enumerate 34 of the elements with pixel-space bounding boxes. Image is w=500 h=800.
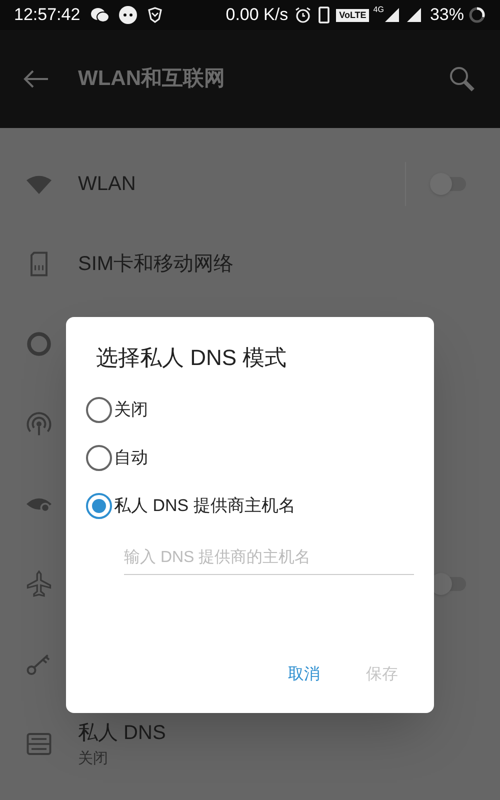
- network-speed: 0.00 K/s: [226, 4, 288, 26]
- volte-badge: VoLTE: [336, 8, 370, 22]
- dialog-button[interactable]: 取消: [286, 663, 322, 687]
- radio-option[interactable]: 关闭: [86, 386, 434, 434]
- signal-icon: [384, 7, 400, 23]
- battery-ring-icon: [468, 6, 486, 24]
- setting-label: SIM卡和移动网络: [78, 252, 234, 277]
- option-label: 关闭: [114, 399, 148, 422]
- network-type: 4G: [373, 4, 384, 16]
- alarm-icon: [294, 6, 312, 24]
- mascot-icon: [118, 5, 138, 25]
- setting-label: WLAN: [78, 172, 136, 197]
- signal-icon: [406, 7, 422, 23]
- radio-option[interactable]: 私人 DNS 提供商主机名: [86, 482, 434, 530]
- battery-percent: 33%: [430, 4, 464, 26]
- airplane-icon: [24, 569, 54, 599]
- clock-time: 12:57:42: [14, 4, 80, 26]
- radio-option[interactable]: 自动: [86, 434, 434, 482]
- radio-button[interactable]: [86, 493, 112, 519]
- option-label: 自动: [114, 447, 148, 470]
- dialog-title: 选择私人 DNS 模式: [96, 344, 288, 372]
- radio-button[interactable]: [86, 397, 112, 423]
- phone-icon: [318, 6, 330, 24]
- shield-icon: [146, 6, 164, 24]
- page-title: WLAN和互联网: [78, 66, 225, 92]
- setting-label: 私人 DNS: [78, 720, 166, 746]
- search-icon[interactable]: [448, 65, 476, 93]
- option-label: 私人 DNS 提供商主机名: [114, 495, 296, 518]
- back-arrow-icon[interactable]: [22, 69, 50, 89]
- chat-icon: [90, 7, 110, 23]
- ring-icon: [24, 329, 54, 359]
- setting-summary: 关闭: [78, 748, 109, 769]
- radio-button[interactable]: [86, 445, 112, 471]
- hostname-field[interactable]: 输入 DNS 提供商的主机名: [124, 542, 414, 575]
